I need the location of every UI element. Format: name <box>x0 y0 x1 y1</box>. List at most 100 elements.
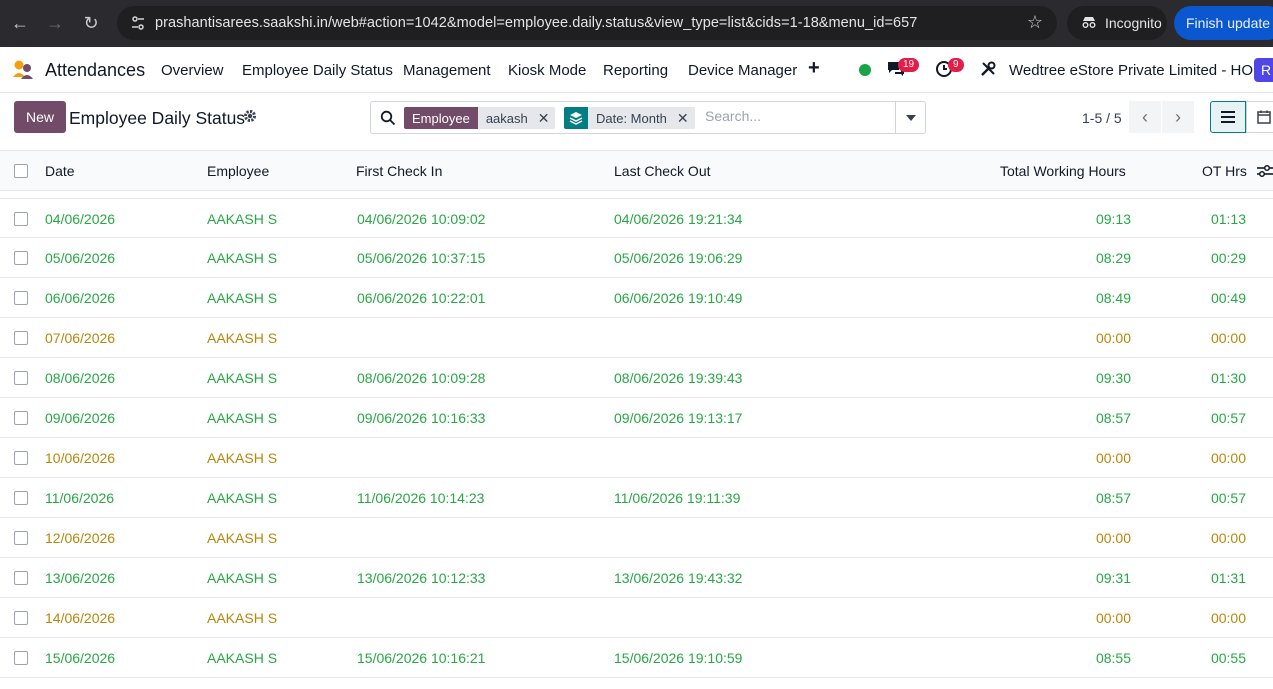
column-date[interactable]: Date <box>45 163 75 179</box>
menu-kiosk-mode[interactable]: Kiosk Mode <box>508 62 586 79</box>
cell-date: 05/06/2026 <box>45 250 116 266</box>
table-row[interactable]: 05/06/2026 AAKASH S 05/06/2026 10:37:15 … <box>0 238 1273 278</box>
cell-employee: AAKASH S <box>207 250 278 266</box>
row-checkbox[interactable] <box>14 531 28 545</box>
pager-previous-icon[interactable]: ‹ <box>1129 101 1161 133</box>
cell-employee: AAKASH S <box>207 450 278 466</box>
table-row[interactable]: 13/06/2026 AAKASH S 13/06/2026 10:12:33 … <box>0 558 1273 598</box>
employee-filter-facet[interactable]: Employee aakash ✕ <box>404 107 556 129</box>
column-total-working-hours[interactable]: Total Working Hours <box>1000 163 1126 179</box>
cell-date: 07/06/2026 <box>45 330 116 346</box>
calendar-view-icon[interactable] <box>1246 101 1273 133</box>
cell-ot-hrs: 00:57 <box>1210 490 1246 506</box>
row-checkbox[interactable] <box>14 611 28 625</box>
search-bar[interactable]: Employee aakash ✕ Date: Month ✕ <box>370 101 926 134</box>
cell-check-in: 11/06/2026 10:14:23 <box>357 490 485 506</box>
menu-device-manager[interactable]: Device Manager <box>688 62 797 79</box>
attendances-app-icon[interactable] <box>12 59 36 81</box>
table-row[interactable]: 14/06/2026 AAKASH S 00:00 00:00 <box>0 598 1273 638</box>
select-all-checkbox[interactable] <box>14 164 28 178</box>
menu-employee-daily-status[interactable]: Employee Daily Status <box>242 62 393 79</box>
incognito-indicator[interactable]: Incognito <box>1067 6 1167 40</box>
cell-check-out: 06/06/2026 19:10:49 <box>614 290 743 306</box>
address-bar[interactable]: prashantisarees.saakshi.in/web#action=10… <box>117 6 1057 40</box>
messages-count-badge: 19 <box>898 58 920 72</box>
row-checkbox[interactable] <box>14 451 28 465</box>
row-checkbox[interactable] <box>14 491 28 505</box>
cell-employee: AAKASH S <box>207 290 278 306</box>
table-row[interactable]: 10/06/2026 AAKASH S 00:00 00:00 <box>0 438 1273 478</box>
row-checkbox[interactable] <box>14 651 28 665</box>
date-filter-facet[interactable]: Date: Month ✕ <box>564 107 695 129</box>
cell-ot-hrs: 00:49 <box>1210 290 1246 306</box>
table-row[interactable]: 04/06/2026 AAKASH S 04/06/2026 10:09:02 … <box>0 198 1273 238</box>
pager-next-icon[interactable]: › <box>1162 101 1194 133</box>
cell-check-out: 05/06/2026 19:06:29 <box>614 250 743 266</box>
table-row[interactable]: 15/06/2026 AAKASH S 15/06/2026 10:16:21 … <box>0 638 1273 678</box>
column-ot-hrs[interactable]: OT Hrs <box>1202 163 1247 179</box>
search-options-toggle[interactable] <box>895 102 925 133</box>
row-checkbox[interactable] <box>14 411 28 425</box>
cell-date: 09/06/2026 <box>45 410 116 426</box>
cell-working-hours: 00:00 <box>1095 330 1131 346</box>
reload-icon[interactable]: ↻ <box>75 7 107 39</box>
row-checkbox[interactable] <box>14 371 28 385</box>
back-arrow-icon[interactable]: ← <box>4 7 36 39</box>
row-checkbox[interactable] <box>14 331 28 345</box>
forward-arrow-icon[interactable]: → <box>39 7 71 39</box>
remove-date-facet-icon[interactable]: ✕ <box>674 107 695 129</box>
presence-status-icon <box>859 64 871 76</box>
row-checkbox[interactable] <box>14 571 28 585</box>
company-switcher[interactable]: Wedtree eStore Private Limited - HO <box>1009 62 1253 79</box>
cell-ot-hrs: 00:00 <box>1210 450 1246 466</box>
column-last-check-out[interactable]: Last Check Out <box>614 163 711 179</box>
list-view-icon[interactable] <box>1210 101 1246 133</box>
table-header: Date Employee First Check In Last Check … <box>0 150 1273 191</box>
cell-ot-hrs: 01:31 <box>1210 570 1246 586</box>
cell-working-hours: 08:57 <box>1095 490 1131 506</box>
search-icon[interactable] <box>380 110 396 131</box>
cell-check-out: 11/06/2026 19:11:39 <box>614 490 741 506</box>
pager-value[interactable]: 1-5 / 5 <box>1082 110 1122 126</box>
gear-icon[interactable] <box>243 109 257 128</box>
cell-date: 12/06/2026 <box>45 530 116 546</box>
column-first-check-in[interactable]: First Check In <box>356 163 442 179</box>
search-input[interactable] <box>705 108 885 124</box>
activity-count-badge: 9 <box>948 58 964 72</box>
plus-icon[interactable]: + <box>808 57 820 80</box>
group-by-layers-icon <box>564 107 588 129</box>
cell-working-hours: 09:30 <box>1095 370 1131 386</box>
column-employee[interactable]: Employee <box>207 163 269 179</box>
table-body: 04/06/2026 AAKASH S 04/06/2026 10:09:02 … <box>0 198 1273 678</box>
user-avatar[interactable]: R <box>1254 58 1273 82</box>
app-name[interactable]: Attendances <box>45 60 145 81</box>
table-row[interactable]: 07/06/2026 AAKASH S 00:00 00:00 <box>0 318 1273 358</box>
table-row[interactable]: 08/06/2026 AAKASH S 08/06/2026 10:09:28 … <box>0 358 1273 398</box>
cell-ot-hrs: 00:57 <box>1210 410 1246 426</box>
cell-employee: AAKASH S <box>207 490 278 506</box>
cell-check-in: 09/06/2026 10:16:33 <box>357 410 486 426</box>
table-row[interactable]: 06/06/2026 AAKASH S 06/06/2026 10:22:01 … <box>0 278 1273 318</box>
menu-overview[interactable]: Overview <box>161 62 224 79</box>
new-button[interactable]: New <box>14 101 66 133</box>
cell-working-hours: 08:49 <box>1095 290 1131 306</box>
browser-toolbar: ← → ↻ prashantisarees.saakshi.in/web#act… <box>0 0 1273 47</box>
cell-check-out: 08/06/2026 19:39:43 <box>614 370 743 386</box>
menu-reporting[interactable]: Reporting <box>603 62 668 79</box>
finish-update-button[interactable]: Finish update <box>1174 6 1273 40</box>
row-checkbox[interactable] <box>14 251 28 265</box>
bookmark-star-icon[interactable]: ☆ <box>1027 12 1043 33</box>
debug-tools-icon[interactable] <box>979 60 997 83</box>
cell-check-out: 15/06/2026 19:10:59 <box>614 650 743 666</box>
table-row[interactable]: 12/06/2026 AAKASH S 00:00 00:00 <box>0 518 1273 558</box>
cell-ot-hrs: 01:13 <box>1210 211 1246 227</box>
menu-management[interactable]: Management <box>403 62 491 79</box>
row-checkbox[interactable] <box>14 291 28 305</box>
table-row[interactable]: 11/06/2026 AAKASH S 11/06/2026 10:14:23 … <box>0 478 1273 518</box>
table-row[interactable]: 09/06/2026 AAKASH S 09/06/2026 10:16:33 … <box>0 398 1273 438</box>
row-checkbox[interactable] <box>14 212 28 226</box>
optional-columns-toggle-icon[interactable] <box>1257 164 1273 183</box>
cell-ot-hrs: 00:29 <box>1210 250 1246 266</box>
remove-employee-facet-icon[interactable]: ✕ <box>535 107 556 129</box>
site-settings-icon[interactable] <box>125 15 151 31</box>
